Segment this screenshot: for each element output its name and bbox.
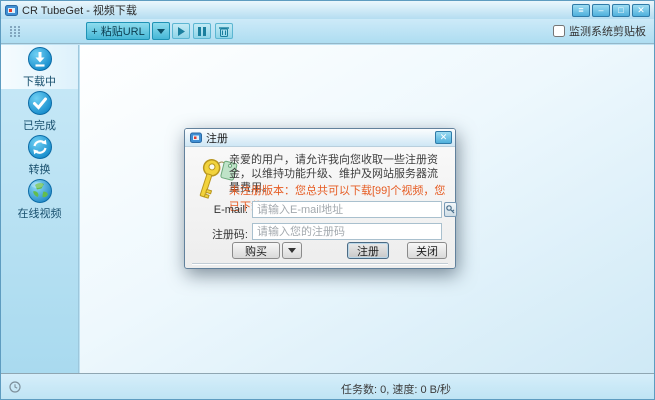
statusbar: 任务数: 0, 速度: 0 B/秒 [1, 373, 654, 399]
registration-code-field[interactable] [252, 223, 442, 240]
paste-url-button[interactable]: + 粘贴URL [86, 22, 150, 40]
chevron-down-icon [288, 248, 296, 253]
globe-icon [27, 178, 53, 204]
clipboard-monitor-toggle[interactable]: 监测系统剪贴板 [553, 23, 646, 39]
email-field[interactable] [252, 201, 442, 218]
sidebar-item-downloading[interactable]: 下载中 [1, 45, 78, 89]
sidebar-item-completed[interactable]: 已完成 [1, 89, 78, 133]
app-window: CR TubeGet - 视频下载 ≡ – □ ✕ + 粘贴URL [0, 0, 655, 400]
dialog-body: 亲爱的用户，请允许我向您收取一些注册资金，以维持功能升级、维护及网站服务器流量费… [185, 147, 455, 269]
clock-icon[interactable] [9, 381, 21, 393]
status-summary: 任务数: 0, 速度: 0 B/秒 [341, 381, 451, 397]
clipboard-checkbox[interactable] [553, 25, 565, 37]
titlebar: CR TubeGet - 视频下载 ≡ – □ ✕ [1, 1, 654, 19]
dialog-titlebar: 注册 ✕ [185, 129, 455, 147]
sidebar-item-label: 已完成 [23, 117, 56, 133]
sidebar-item-label: 转换 [29, 161, 51, 177]
sidebar-item-label: 在线视频 [18, 205, 62, 221]
check-icon [27, 90, 53, 116]
app-icon [5, 4, 18, 17]
convert-icon [27, 134, 53, 160]
delete-button[interactable] [215, 23, 233, 39]
dialog-title: 注册 [206, 130, 228, 146]
chevron-down-icon [157, 29, 165, 34]
register-button[interactable]: 注册 [347, 242, 389, 259]
sidebar-item-label: 下载中 [23, 73, 56, 89]
menu-icon[interactable]: ≡ [572, 4, 590, 17]
minimize-button[interactable]: – [592, 4, 610, 17]
maximize-button[interactable]: □ [612, 4, 630, 17]
window-title: CR TubeGet - 视频下载 [22, 2, 137, 18]
sidebar-item-online-video[interactable]: 在线视频 [1, 177, 78, 221]
play-icon [177, 27, 185, 36]
sidebar: 下载中 已完成 转换 [1, 45, 79, 373]
dialog-close-button[interactable]: 关闭 [407, 242, 447, 259]
clipboard-checkbox-label: 监测系统剪贴板 [569, 23, 646, 39]
pause-button[interactable] [193, 23, 211, 39]
buy-dropdown-button[interactable] [282, 242, 302, 259]
register-dialog: 注册 ✕ 亲爱的用户，请允许我向您收取一些注册资金，以维持功能升级、维护及网站服… [184, 128, 456, 269]
close-button[interactable]: ✕ [632, 4, 650, 17]
start-button[interactable] [172, 23, 190, 39]
sidebar-item-convert[interactable]: 转换 [1, 133, 78, 177]
dialog-footer-divider [192, 263, 448, 264]
pause-icon [198, 27, 206, 36]
small-key-icon [446, 205, 455, 215]
toolbar: + 粘贴URL 监测系统剪贴板 [1, 19, 654, 44]
window-controls: ≡ – □ ✕ [572, 4, 650, 17]
drag-handle-icon[interactable] [9, 25, 21, 38]
download-icon [27, 46, 53, 72]
code-label: 注册码: [185, 226, 248, 242]
paste-url-dropdown[interactable] [152, 22, 170, 40]
dialog-close-icon[interactable]: ✕ [435, 131, 452, 144]
trash-icon [219, 26, 229, 37]
email-label: E-mail: [185, 204, 248, 216]
get-code-button[interactable] [444, 202, 457, 217]
paste-url-group: + 粘贴URL [86, 22, 170, 40]
buy-button[interactable]: 购买 [232, 242, 280, 259]
dialog-app-icon [190, 132, 202, 144]
